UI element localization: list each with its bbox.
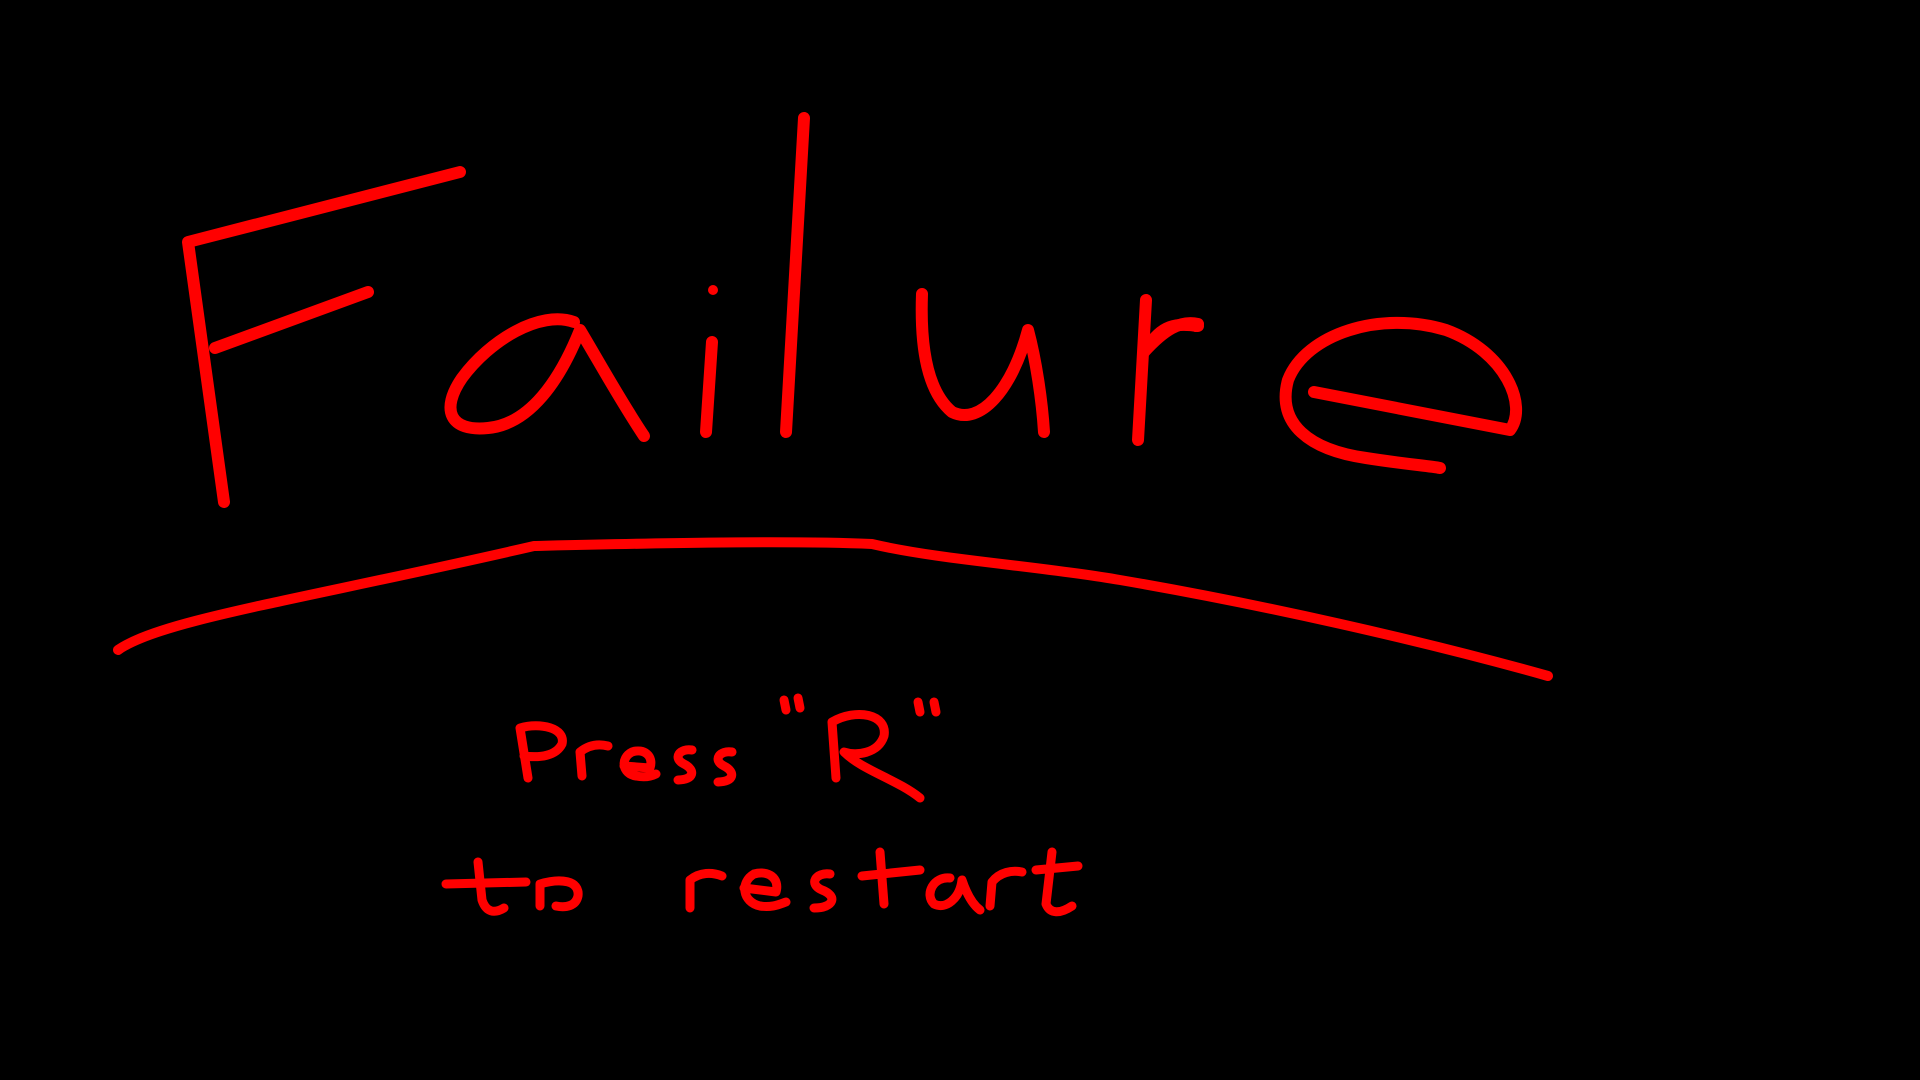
letter-s-1 — [673, 745, 697, 785]
letter-o — [535, 876, 583, 912]
letter-r-2 — [685, 868, 727, 913]
letter-a — [444, 313, 650, 442]
letter-s-2 — [713, 747, 737, 787]
hand-drawn-lettering — [113, 112, 1553, 917]
prompt-line-2-scribble — [441, 847, 1083, 917]
quote-left — [779, 693, 805, 715]
letter-e — [1279, 316, 1523, 474]
letter-R — [827, 710, 925, 803]
letter-r-small — [575, 740, 613, 781]
letter-t-2 — [857, 847, 925, 909]
letter-s-3 — [809, 869, 837, 913]
title-scribble — [182, 112, 1523, 508]
letter-i-dot — [708, 285, 718, 295]
letter-r-3 — [985, 866, 1027, 911]
letter-e-small — [619, 746, 661, 782]
letter-F — [182, 166, 466, 508]
letter-l — [780, 112, 810, 438]
letter-u — [915, 288, 1050, 438]
letter-t-1 — [441, 857, 531, 916]
title-underline — [113, 537, 1553, 681]
quote-right — [913, 697, 941, 717]
letter-i-stem — [700, 336, 718, 438]
letter-t-3 — [1031, 847, 1083, 917]
game-over-screen: Failure Press "R" to restart — [0, 0, 1920, 1080]
letter-r-arm — [1138, 318, 1204, 358]
letter-e-2 — [739, 868, 791, 911]
prompt-line-1-scribble — [515, 693, 941, 803]
letter-P — [515, 721, 567, 783]
letter-a-2 — [925, 873, 985, 915]
